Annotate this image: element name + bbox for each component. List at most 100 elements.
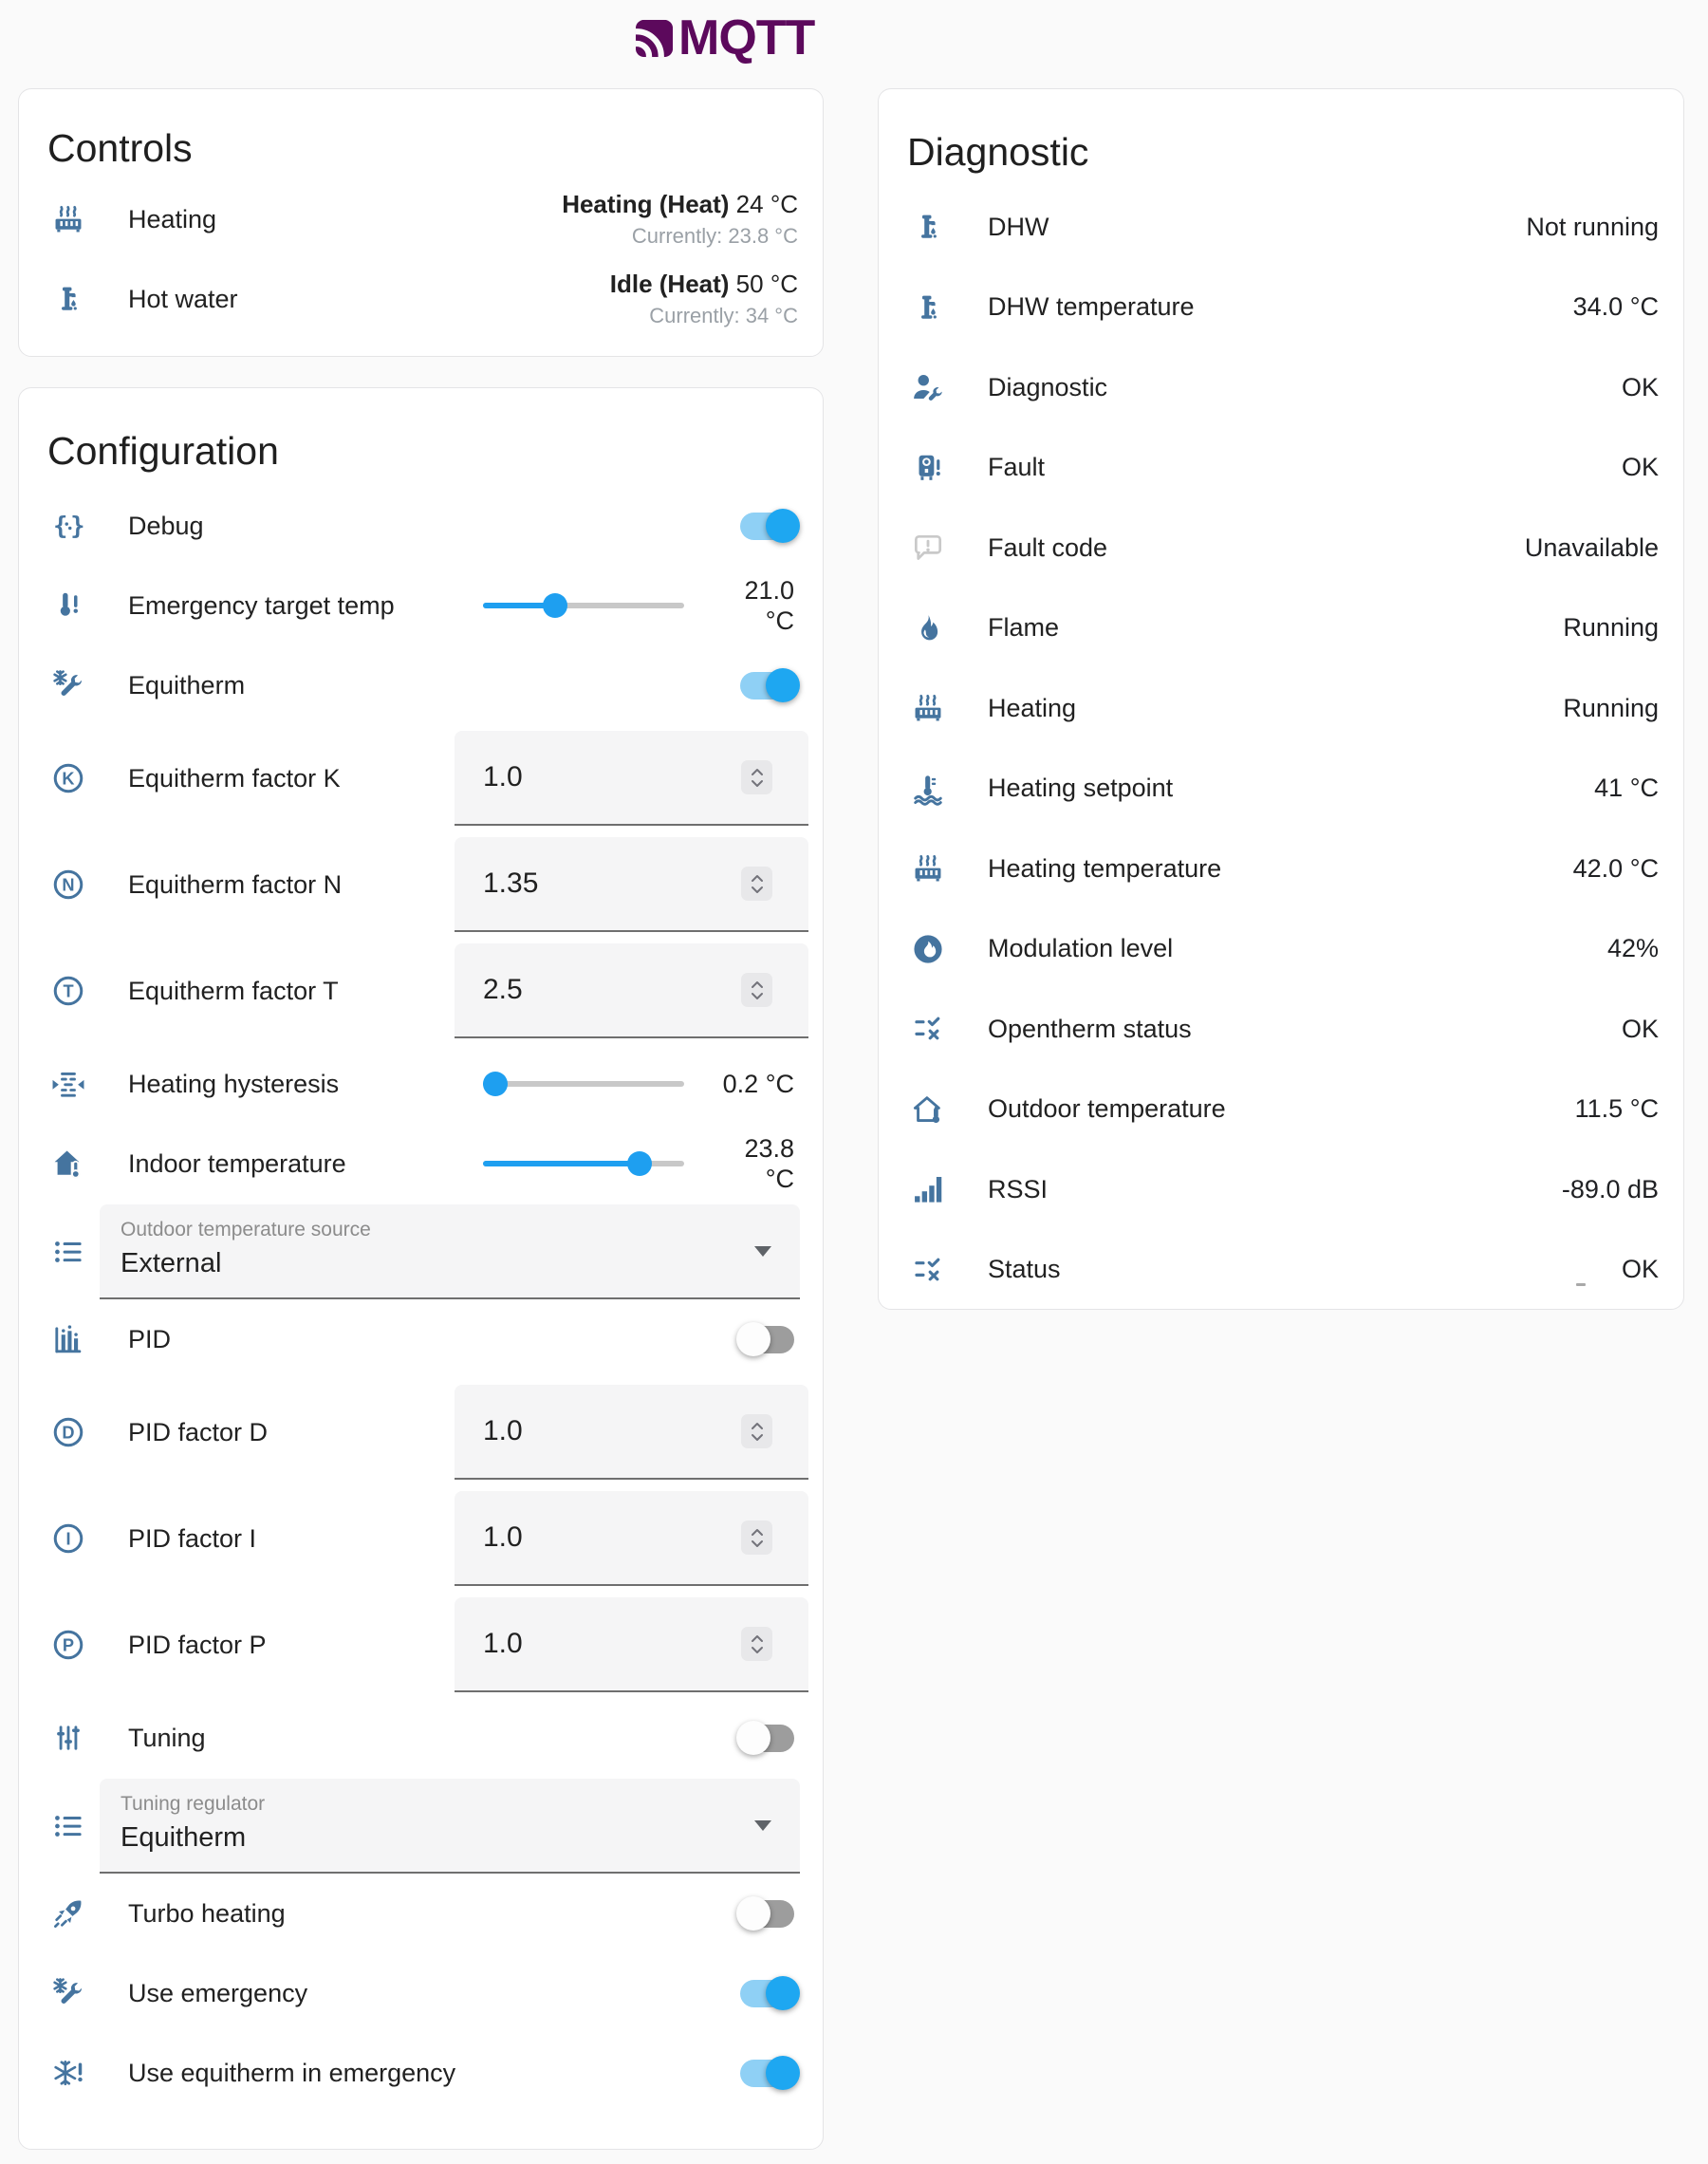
number-stepper[interactable] bbox=[741, 760, 772, 794]
emergency-target-temp-slider[interactable] bbox=[483, 593, 684, 618]
tune-vertical-icon bbox=[50, 1720, 86, 1756]
indoor-temperature-slider[interactable] bbox=[483, 1151, 684, 1176]
equitherm-factor-k-input[interactable]: 1.0 bbox=[455, 731, 808, 826]
equitherm-factor-t-input[interactable]: 2.5 bbox=[455, 943, 808, 1038]
home-thermometer-icon bbox=[50, 1146, 86, 1182]
row-label: Outdoor temperature bbox=[988, 1094, 1226, 1124]
number-stepper[interactable] bbox=[741, 867, 772, 901]
diag-row-opentherm-status: Opentherm status OK bbox=[879, 989, 1683, 1070]
row-label: RSSI bbox=[988, 1175, 1048, 1204]
row-value: 34.0 °C bbox=[1573, 292, 1659, 322]
pid-toggle[interactable] bbox=[740, 1326, 794, 1353]
row-label: Fault code bbox=[988, 533, 1107, 563]
select-label: Outdoor temperature source bbox=[121, 1219, 800, 1241]
row-label: Equitherm bbox=[128, 671, 245, 700]
tuning-toggle[interactable] bbox=[740, 1725, 794, 1752]
toggle-knob[interactable] bbox=[736, 1721, 770, 1755]
tuning-regulator-select[interactable]: Tuning regulator Equitherm bbox=[100, 1779, 800, 1874]
row-label: Emergency target temp bbox=[128, 591, 395, 621]
row-label: Equitherm factor K bbox=[128, 764, 341, 793]
pid-factor-d-input[interactable]: 1.0 bbox=[455, 1385, 808, 1480]
mqtt-logo-text: MQTT bbox=[678, 9, 814, 66]
list-status-icon bbox=[910, 1252, 946, 1288]
heating-hysteresis-slider[interactable] bbox=[483, 1072, 684, 1096]
toggle-knob[interactable] bbox=[766, 2056, 800, 2090]
control-state: Heating (Heat) 24 °C Currently: 23.8 °C bbox=[562, 190, 798, 249]
toggle-knob[interactable] bbox=[766, 1976, 800, 2010]
row-label: DHW bbox=[988, 213, 1049, 242]
row-value: 42% bbox=[1607, 934, 1659, 963]
diag-row-rssi: RSSI -89.0 dB bbox=[879, 1149, 1683, 1230]
state-target: 24 °C bbox=[736, 190, 798, 218]
diag-row-fault-code: Fault code Unavailable bbox=[879, 508, 1683, 588]
alpha-k-circle-icon bbox=[50, 760, 86, 796]
row-value: Running bbox=[1563, 694, 1659, 723]
number-stepper[interactable] bbox=[741, 1520, 772, 1555]
snowflake-wrench-icon bbox=[50, 1975, 86, 2011]
outdoor-temperature-source-select[interactable]: Outdoor temperature source External bbox=[100, 1204, 800, 1299]
list-bulleted-icon bbox=[50, 1234, 86, 1270]
config-row-equitherm: Equitherm bbox=[19, 645, 823, 725]
chart-bar-icon bbox=[50, 1321, 86, 1357]
mqtt-logo-icon bbox=[632, 16, 677, 61]
slider-value: 23.8°C bbox=[696, 1133, 794, 1194]
slider-thumb[interactable] bbox=[543, 593, 567, 618]
diag-row-heating-temperature: Heating temperature 42.0 °C bbox=[879, 829, 1683, 909]
dropdown-arrow-icon bbox=[754, 1820, 771, 1831]
slider-thumb[interactable] bbox=[627, 1151, 652, 1176]
use-equitherm-in-emergency-toggle[interactable] bbox=[740, 2060, 794, 2087]
config-row-pid-factor-i: PID factor I 1.0 bbox=[19, 1485, 823, 1592]
control-row-heating[interactable]: Heating Heating (Heat) 24 °C Currently: … bbox=[19, 179, 823, 259]
row-label: PID factor P bbox=[128, 1631, 267, 1660]
toggle-knob[interactable] bbox=[736, 1322, 770, 1356]
account-wrench-icon bbox=[910, 369, 946, 405]
signal-icon bbox=[910, 1171, 946, 1207]
row-label: Fault bbox=[988, 453, 1045, 482]
row-value: -89.0 dB bbox=[1562, 1175, 1659, 1204]
snowflake-wrench-icon bbox=[50, 667, 86, 703]
state-current: Currently: 34 °C bbox=[610, 304, 798, 328]
number-stepper[interactable] bbox=[741, 1627, 772, 1661]
row-value: OK bbox=[1622, 453, 1659, 482]
diag-row-status: Status OK bbox=[879, 1230, 1683, 1311]
equitherm-factor-n-input[interactable]: 1.35 bbox=[455, 837, 808, 932]
control-row-hot-water[interactable]: Hot water Idle (Heat) 50 °C Currently: 3… bbox=[19, 259, 823, 339]
toggle-knob[interactable] bbox=[766, 509, 800, 543]
number-value: 1.35 bbox=[483, 867, 538, 900]
number-value: 1.0 bbox=[483, 1628, 523, 1660]
row-label: Use emergency bbox=[128, 1979, 307, 2008]
select-label: Tuning regulator bbox=[121, 1793, 800, 1816]
state-current: Currently: 23.8 °C bbox=[562, 224, 798, 249]
row-value: Running bbox=[1563, 613, 1659, 643]
diag-row-heating: Heating Running bbox=[879, 668, 1683, 749]
config-row-use-equitherm-in-emergency: Use equitherm in emergency bbox=[19, 2033, 823, 2113]
number-stepper[interactable] bbox=[741, 973, 772, 1007]
pid-factor-p-input[interactable]: 1.0 bbox=[455, 1597, 808, 1692]
row-label: Equitherm factor N bbox=[128, 870, 342, 900]
row-label: Opentherm status bbox=[988, 1015, 1192, 1044]
toggle-knob[interactable] bbox=[766, 668, 800, 702]
code-braces-icon bbox=[50, 508, 86, 544]
equitherm-toggle[interactable] bbox=[740, 672, 794, 700]
debug-toggle[interactable] bbox=[740, 513, 794, 540]
pid-factor-i-input[interactable]: 1.0 bbox=[455, 1491, 808, 1586]
row-value: 41 °C bbox=[1594, 774, 1659, 803]
row-label: Debug bbox=[128, 512, 204, 541]
turbo-heating-toggle[interactable] bbox=[740, 1900, 794, 1928]
row-label: Heating hysteresis bbox=[128, 1070, 339, 1099]
toggle-knob[interactable] bbox=[736, 1896, 770, 1931]
radiator-icon bbox=[910, 850, 946, 886]
state-target: 50 °C bbox=[736, 270, 798, 298]
row-label: Diagnostic bbox=[988, 373, 1107, 402]
water-boiler-alert-icon bbox=[910, 450, 946, 486]
config-row-outdoor-temperature-source: Outdoor temperature source External bbox=[19, 1203, 823, 1299]
stray-mark bbox=[1576, 1283, 1586, 1286]
number-stepper[interactable] bbox=[741, 1414, 772, 1448]
row-label: Heating bbox=[988, 694, 1076, 723]
config-row-turbo-heating: Turbo heating bbox=[19, 1874, 823, 1953]
control-state: Idle (Heat) 50 °C Currently: 34 °C bbox=[610, 270, 798, 328]
use-emergency-toggle[interactable] bbox=[740, 1980, 794, 2007]
row-label: Flame bbox=[988, 613, 1059, 643]
slider-thumb[interactable] bbox=[483, 1072, 508, 1096]
configuration-card-title: Configuration bbox=[19, 388, 823, 486]
